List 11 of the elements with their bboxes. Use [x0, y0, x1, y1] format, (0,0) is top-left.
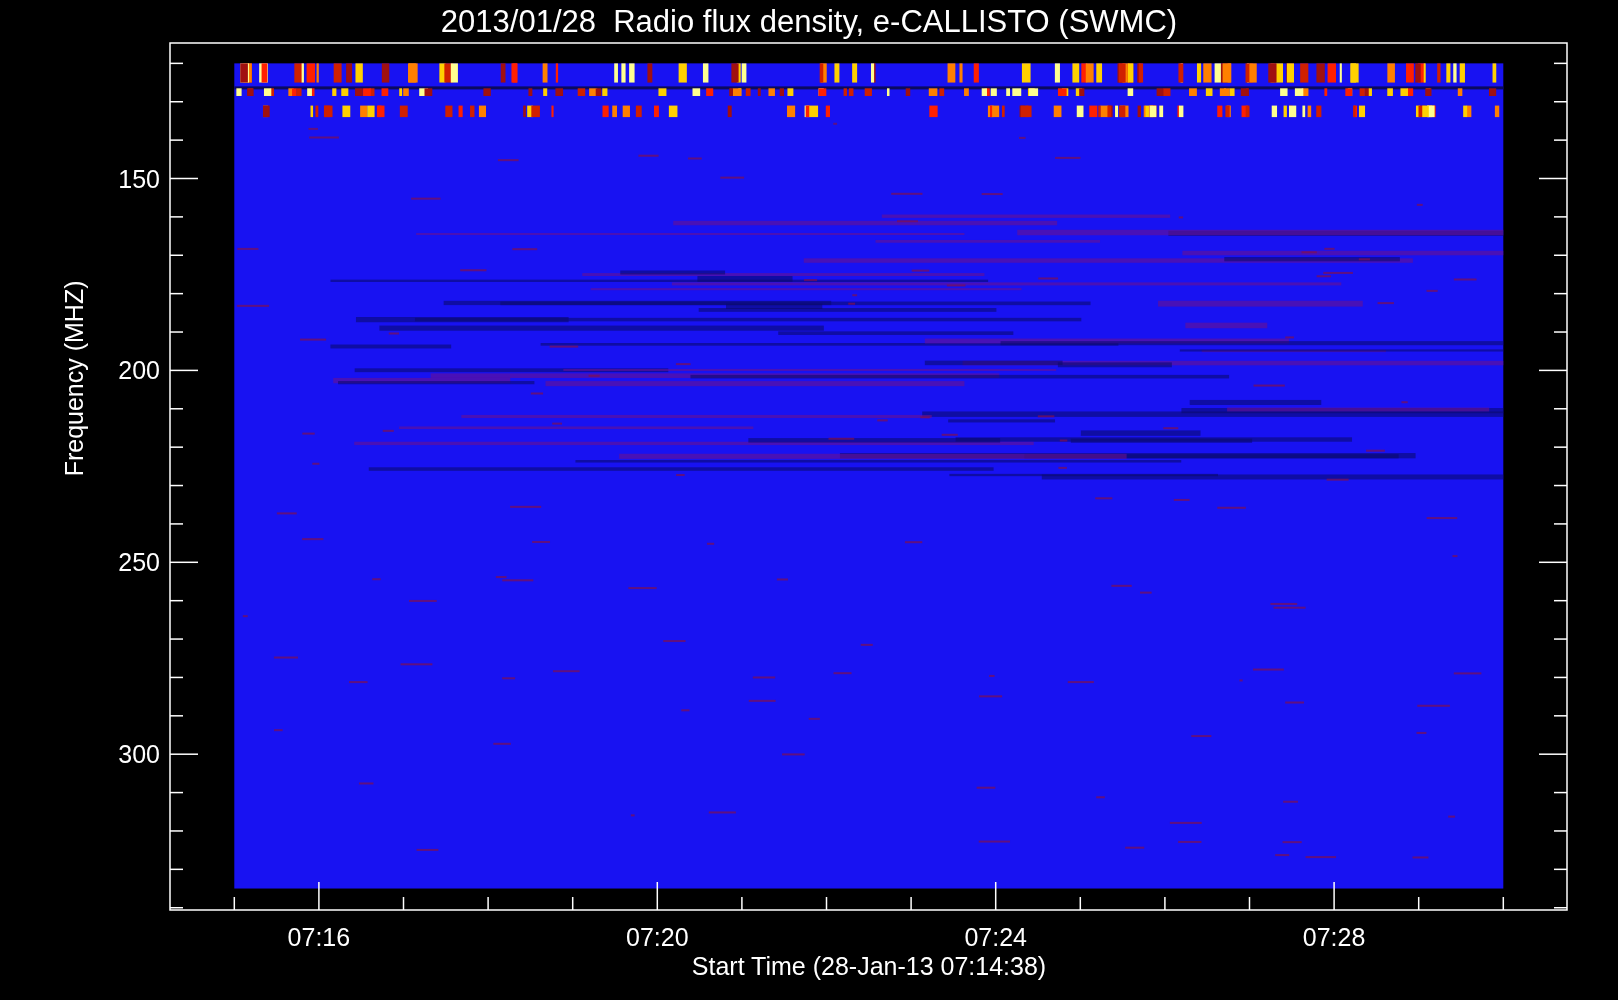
- chart-title: 2013/01/28 Radio flux density, e-CALLISTO (SWMC): [440, 4, 1178, 39]
- y-tick-label: 200: [118, 356, 160, 385]
- x-tick-label: 07:20: [626, 923, 689, 951]
- y-tick-label: 150: [118, 164, 160, 193]
- y-tick-label: 300: [118, 740, 160, 769]
- y-tick-label: 250: [118, 548, 160, 577]
- x-axis-label: Start Time (28-Jan-13 07:14:38): [691, 952, 1047, 980]
- x-tick-label: 07:28: [1302, 923, 1366, 951]
- x-tick-label: 07:16: [287, 923, 351, 951]
- x-tick-label: 07:24: [964, 923, 1027, 951]
- y-axis-label: Frequency (MHZ): [60, 280, 88, 477]
